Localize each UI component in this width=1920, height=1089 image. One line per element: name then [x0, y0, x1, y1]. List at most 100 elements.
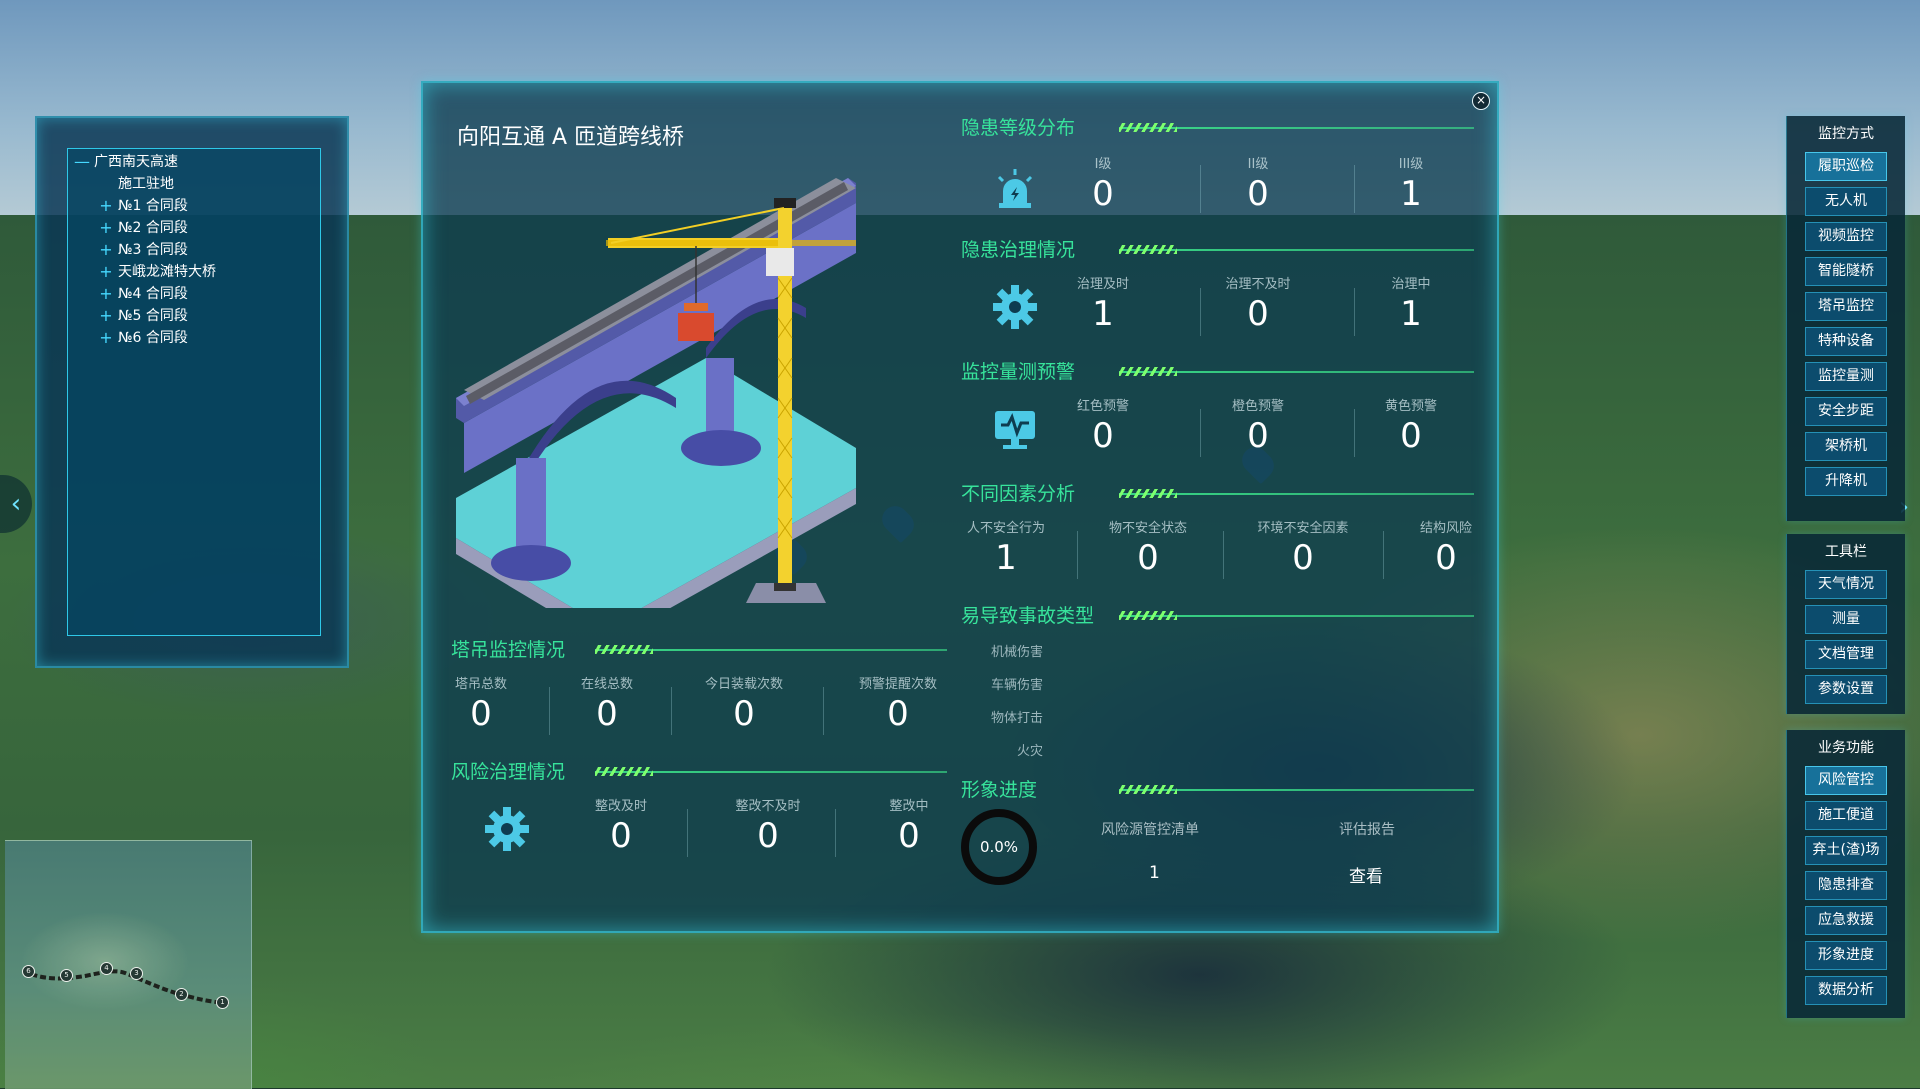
- divider: [1200, 409, 1201, 457]
- monitor-mode-menu: 监控方式 履职巡检 无人机 视频监控 智能隧桥 塔吊监控 特种设备 监控量测 安…: [1786, 116, 1905, 521]
- project-tree-panel: — 广西南天高速 施工驻地 + №1 合同段 + №2 合同段 + №3 合同段…: [35, 116, 349, 668]
- section-divider: [1119, 123, 1474, 132]
- menu-btn-safety-distance[interactable]: 安全步距: [1805, 397, 1887, 426]
- tree-node[interactable]: + 天峨龙滩特大桥: [68, 261, 320, 283]
- metric: 治理不及时 0: [1218, 273, 1298, 334]
- tree-node-label: №5 合同段: [118, 308, 188, 324]
- menu-btn-emergency[interactable]: 应急救援: [1805, 906, 1887, 935]
- close-button[interactable]: ×: [1472, 92, 1490, 110]
- tree-node-root[interactable]: — 广西南天高速: [68, 151, 320, 173]
- metric-label: I级: [1094, 157, 1112, 172]
- menu-btn-lift[interactable]: 升降机: [1805, 467, 1887, 496]
- tree-node[interactable]: + №2 合同段: [68, 217, 320, 239]
- metric-value: 1: [1092, 294, 1114, 334]
- menu-title: 业务功能: [1818, 740, 1874, 756]
- metric-value: 0: [470, 694, 492, 734]
- metric: 环境不安全因素 0: [1248, 517, 1358, 578]
- route-node[interactable]: 3: [130, 967, 143, 980]
- expand-icon[interactable]: +: [98, 217, 114, 239]
- divider: [1354, 288, 1355, 336]
- metric-value: 0: [1137, 538, 1159, 578]
- menu-btn-progress[interactable]: 形象进度: [1805, 941, 1887, 970]
- menu-btn-special-equipment[interactable]: 特种设备: [1805, 327, 1887, 356]
- tree-node[interactable]: + №5 合同段: [68, 305, 320, 327]
- metric-label: 环境不安全因素: [1257, 521, 1349, 536]
- modal-title: 向阳互通 A 匝道跨线桥: [457, 125, 685, 150]
- menu-btn-video[interactable]: 视频监控: [1805, 222, 1887, 251]
- tree-node-label: 广西南天高速: [94, 154, 178, 170]
- route-node[interactable]: 1: [216, 996, 229, 1009]
- metric-value: 0: [1092, 174, 1114, 214]
- menu-btn-data-analysis[interactable]: 数据分析: [1805, 976, 1887, 1005]
- metric-label: III级: [1398, 157, 1424, 172]
- route-node[interactable]: 2: [175, 988, 188, 1001]
- metric-label: 预警提醒次数: [858, 677, 937, 692]
- metric-label: 整改不及时: [735, 799, 801, 814]
- divider: [1354, 409, 1355, 457]
- section-title-hazard-governance: 隐患治理情况: [961, 239, 1076, 261]
- menu-btn-drone[interactable]: 无人机: [1805, 187, 1887, 216]
- metric-label: 结构风险: [1419, 521, 1472, 536]
- divider: [835, 809, 836, 857]
- metric-label: 红色预警: [1076, 399, 1129, 414]
- metric: I级 0: [1063, 153, 1143, 214]
- menu-btn-smart-tunnel-bridge[interactable]: 智能隧桥: [1805, 257, 1887, 286]
- risk-list-value[interactable]: 1: [1149, 863, 1160, 883]
- menu-btn-settings[interactable]: 参数设置: [1805, 675, 1887, 704]
- report-label: 评估报告: [1339, 822, 1395, 838]
- tree-node[interactable]: + №6 合同段: [68, 327, 320, 349]
- bridge-crane-illustration: [456, 178, 856, 608]
- expand-icon[interactable]: +: [98, 261, 114, 283]
- menu-btn-crane-monitor[interactable]: 塔吊监控: [1805, 292, 1887, 321]
- tree-node[interactable]: + №3 合同段: [68, 239, 320, 261]
- view-report-link[interactable]: 查看: [1349, 862, 1383, 887]
- metric-label: 治理中: [1391, 277, 1431, 292]
- menu-btn-measure[interactable]: 测量: [1805, 605, 1887, 634]
- expand-icon[interactable]: +: [98, 327, 114, 349]
- expand-icon[interactable]: +: [98, 283, 114, 305]
- divider: [671, 687, 672, 735]
- menu-btn-access-road[interactable]: 施工便道: [1805, 801, 1887, 830]
- metric-label: 整改及时: [594, 799, 647, 814]
- expand-icon[interactable]: +: [98, 195, 114, 217]
- accident-type-item: 车辆伤害: [990, 678, 1043, 693]
- menu-btn-risk-control[interactable]: 风险管控: [1805, 766, 1887, 795]
- metric-label: 整改中: [889, 799, 929, 814]
- minimap[interactable]: 6 5 4 3 2 1: [5, 840, 252, 1089]
- route-node[interactable]: 6: [22, 965, 35, 978]
- tree-node-label: 施工驻地: [118, 176, 174, 192]
- collapse-icon[interactable]: —: [74, 151, 90, 173]
- divider: [1354, 165, 1355, 213]
- metric-value: 0: [596, 694, 618, 734]
- menu-btn-bridge-erector[interactable]: 架桥机: [1805, 432, 1887, 461]
- route-node[interactable]: 5: [60, 969, 73, 982]
- tree-node-label: 天峨龙滩特大桥: [118, 264, 216, 280]
- menu-btn-documents[interactable]: 文档管理: [1805, 640, 1887, 669]
- section-divider: [595, 767, 947, 776]
- tree-node[interactable]: + №4 合同段: [68, 283, 320, 305]
- metric: 橙色预警 0: [1218, 395, 1298, 456]
- metric: 今日装载次数 0: [689, 673, 799, 734]
- section-divider: [1119, 245, 1474, 254]
- route-node[interactable]: 4: [100, 962, 113, 975]
- menu-btn-measurement[interactable]: 监控量测: [1805, 362, 1887, 391]
- accident-type-item: 机械伤害: [990, 645, 1043, 660]
- divider: [687, 809, 688, 857]
- monitor-pulse-icon: [995, 411, 1035, 449]
- menu-btn-spoil-ground[interactable]: 弃土(渣)场: [1805, 836, 1887, 865]
- metric: 结构风险 0: [1409, 517, 1483, 578]
- route-path: [22, 969, 230, 1005]
- tree-node[interactable]: + №1 合同段: [68, 195, 320, 217]
- accident-type-item: 火灾: [1016, 744, 1043, 759]
- metric: 治理中 1: [1371, 273, 1451, 334]
- metric-label: II级: [1247, 157, 1269, 172]
- menu-btn-inspection[interactable]: 履职巡检: [1805, 152, 1887, 181]
- metric-value: 0: [1247, 174, 1269, 214]
- tree-node[interactable]: 施工驻地: [68, 173, 320, 195]
- expand-icon[interactable]: +: [98, 305, 114, 327]
- metric-value: 0: [1435, 538, 1457, 578]
- metric-value: 0: [610, 816, 632, 856]
- menu-btn-weather[interactable]: 天气情况: [1805, 570, 1887, 599]
- expand-icon[interactable]: +: [98, 239, 114, 261]
- menu-btn-hazard-check[interactable]: 隐患排查: [1805, 871, 1887, 900]
